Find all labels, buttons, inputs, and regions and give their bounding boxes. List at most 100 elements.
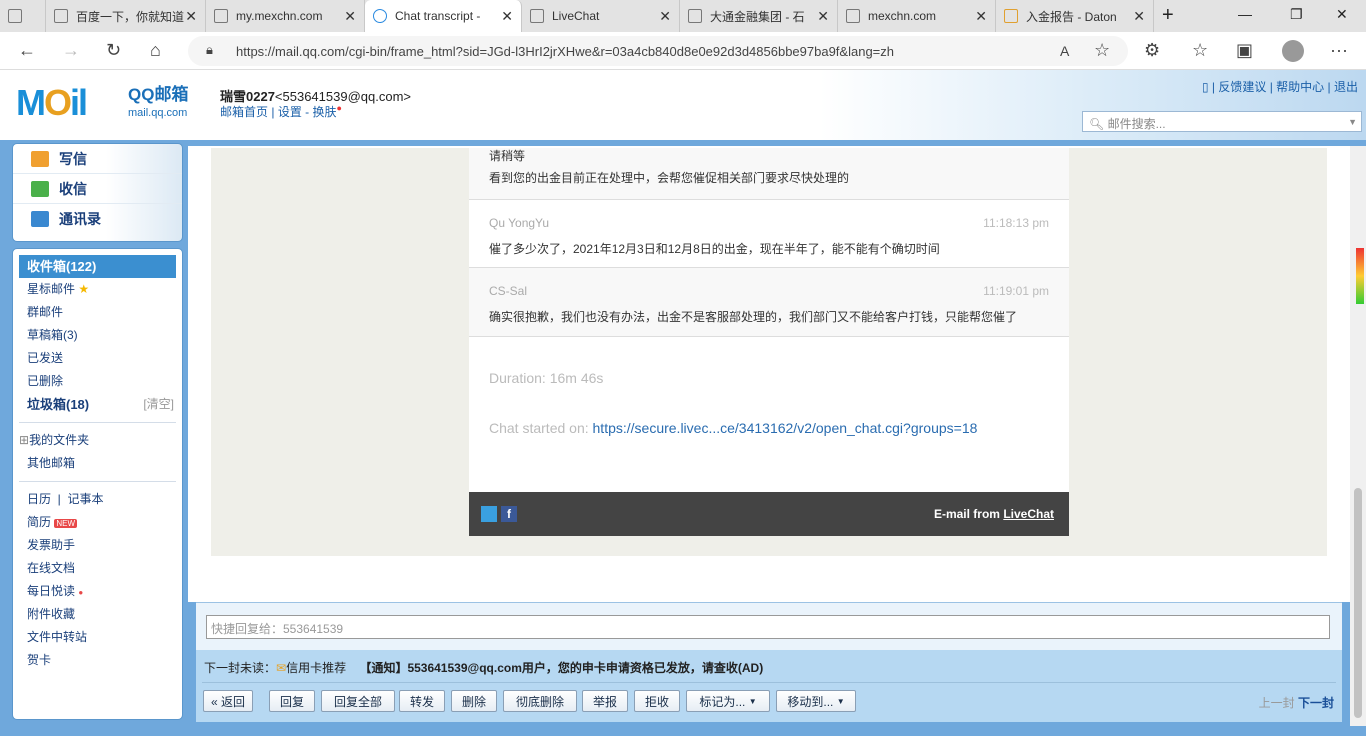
favorite-icon[interactable]: ☆ <box>1094 40 1110 61</box>
chat-url-link[interactable]: https://secure.livec...ce/3413162/v2/ope… <box>593 420 978 436</box>
folder-group[interactable]: 群邮件 <box>13 301 182 324</box>
extensions-icon[interactable]: ⚙ <box>1144 40 1160 61</box>
tool-cards[interactable]: 贺卡 <box>13 649 182 672</box>
clear-spam-link[interactable]: [清空] <box>143 393 174 416</box>
folder-sent[interactable]: 已发送 <box>13 347 182 370</box>
delete-permanently-button[interactable]: 彻底删除 <box>503 690 577 712</box>
tab[interactable]: mexchn.com ✕ <box>838 0 996 32</box>
reject-button[interactable]: 拒收 <box>634 690 680 712</box>
chat-duration: Duration: 16m 46s <box>489 370 604 386</box>
close-icon[interactable]: ✕ <box>501 8 513 25</box>
quick-reply-input[interactable]: 快捷回复给：553641539 <box>206 615 1330 639</box>
contacts-button[interactable]: 通讯录 <box>13 204 182 234</box>
folder-drafts[interactable]: 草稿箱(3) <box>13 324 182 347</box>
new-badge: NEW <box>54 519 78 528</box>
facebook-icon[interactable]: f <box>501 506 517 522</box>
qqmail-logo[interactable]: MOil <box>16 82 88 124</box>
calendar-link[interactable]: 日历 <box>27 492 51 506</box>
folder-inbox[interactable]: 收件箱(122) <box>19 255 176 278</box>
tool-resume[interactable]: 简历 NEW <box>13 511 182 534</box>
notes-link[interactable]: 记事本 <box>67 492 103 506</box>
expand-icon[interactable]: ⊞ <box>19 433 29 447</box>
mail-search-input[interactable]: 🔍︎ 邮件搜索... ▼ <box>1082 111 1362 132</box>
tab[interactable]: my.mexchn.com ✕ <box>206 0 365 32</box>
tab[interactable]: 百度一下，你就知道 ✕ <box>46 0 206 32</box>
collections-icon[interactable]: ▣ <box>1236 40 1253 61</box>
my-folders[interactable]: ⊞我的文件夹 <box>13 429 182 452</box>
scrollbar[interactable] <box>1350 146 1366 726</box>
tab-active[interactable]: Chat transcript - ✕ <box>365 0 522 32</box>
next-sender-link[interactable]: 信用卡推荐 <box>286 661 346 675</box>
profile-avatar[interactable] <box>1282 40 1304 62</box>
divider <box>19 422 176 423</box>
folder-starred[interactable]: 星标邮件 ★ <box>13 278 182 301</box>
restore-button[interactable]: ❐ <box>1290 6 1303 23</box>
divider <box>202 682 1336 683</box>
help-link[interactable]: 帮助中心 <box>1276 80 1324 94</box>
favorites-icon[interactable]: ☆ <box>1192 40 1208 61</box>
favicon-icon <box>1004 9 1018 23</box>
tab[interactable]: LiveChat ✕ <box>522 0 680 32</box>
more-icon[interactable]: ··· <box>1330 40 1348 61</box>
tool-transfer[interactable]: 文件中转站 <box>13 626 182 649</box>
favicon-icon <box>846 9 860 23</box>
folder-spam[interactable]: 垃圾箱(18) [清空] <box>13 393 182 416</box>
tool-attachments[interactable]: 附件收藏 <box>13 603 182 626</box>
close-icon[interactable]: ✕ <box>817 8 829 25</box>
tab[interactable]: 入金报告 - Daton ✕ <box>996 0 1154 32</box>
compose-button[interactable]: 写信 <box>13 144 182 174</box>
read-aloud-icon[interactable]: A <box>1060 43 1069 59</box>
next-subject-link[interactable]: 【通知】553641539@qq.com用户，您的申卡申请资格已发放，请查收(A… <box>359 661 763 675</box>
receive-button[interactable]: 收信 <box>13 174 182 204</box>
close-icon[interactable]: ✕ <box>185 8 197 25</box>
url-input[interactable]: 🔒︎ https://mail.qq.com/cgi-bin/frame_html… <box>188 36 1128 66</box>
forward-icon[interactable]: → <box>62 40 80 61</box>
logout-link[interactable]: 退出 <box>1334 80 1358 94</box>
mark-as-dropdown[interactable]: 标记为... ▼ <box>686 690 770 712</box>
scrollbar-thumb[interactable] <box>1354 488 1362 718</box>
pager: 上一封 下一封 <box>1259 694 1334 711</box>
home-icon[interactable]: ⌂ <box>150 40 161 61</box>
volume-meter <box>1356 248 1364 304</box>
feedback-link[interactable]: 反馈建议 <box>1218 80 1266 94</box>
forward-button[interactable]: 转发 <box>399 690 445 712</box>
settings-link[interactable]: 设置 <box>278 105 302 119</box>
other-mailbox[interactable]: 其他邮箱 <box>13 452 182 475</box>
close-window-button[interactable]: ✕ <box>1336 6 1348 23</box>
report-button[interactable]: 举报 <box>582 690 628 712</box>
reply-all-button[interactable]: 回复全部 <box>321 690 395 712</box>
page-icon <box>530 9 544 23</box>
tool-reading[interactable]: 每日悦读 ● <box>13 580 182 603</box>
next-mail-link[interactable]: 下一封 <box>1298 696 1334 710</box>
lock-icon: 🔒︎ <box>206 42 213 57</box>
prev-mail-link[interactable]: 上一封 <box>1259 696 1295 710</box>
chat-message: CS-Sal 11:19:01 pm 确实很抱歉，我们也没有办法，出金不是客服部… <box>469 268 1069 337</box>
back-button[interactable]: « 返回 <box>203 690 253 712</box>
tab[interactable]: 大通金融集团 - 石 ✕ <box>680 0 838 32</box>
mobile-icon[interactable]: ▯ <box>1202 80 1209 94</box>
move-to-dropdown[interactable]: 移动到... ▼ <box>776 690 856 712</box>
delete-button[interactable]: 删除 <box>451 690 497 712</box>
close-icon[interactable]: ✕ <box>975 8 987 25</box>
twitter-icon[interactable] <box>481 506 497 522</box>
minimize-button[interactable]: — <box>1238 6 1252 22</box>
header-links: 邮箱首页 | 设置 - 换肤● <box>220 103 342 119</box>
close-icon[interactable]: ✕ <box>659 8 671 25</box>
tool-invoice[interactable]: 发票助手 <box>13 534 182 557</box>
chat-message: 请稍等 看到您的出金目前正在处理中，会帮您催促相关部门要求尽快处理的 <box>469 148 1069 200</box>
back-icon[interactable]: ← <box>18 40 36 61</box>
mail-home-link[interactable]: 邮箱首页 <box>220 105 268 119</box>
new-tab-button[interactable]: + <box>1162 4 1174 27</box>
chevron-down-icon: ▼ <box>748 696 757 706</box>
reply-button[interactable]: 回复 <box>269 690 315 712</box>
tool-docs[interactable]: 在线文档 <box>13 557 182 580</box>
close-icon[interactable]: ✕ <box>1133 8 1145 25</box>
brand: QQ邮箱 mail.qq.com <box>128 85 189 120</box>
folder-deleted[interactable]: 已删除 <box>13 370 182 393</box>
livechat-link[interactable]: LiveChat <box>1003 507 1054 521</box>
skin-link[interactable]: 换肤 <box>313 105 337 119</box>
dropdown-icon[interactable]: ▼ <box>1348 117 1357 127</box>
refresh-icon[interactable]: ↻ <box>106 40 121 61</box>
close-icon[interactable]: ✕ <box>344 8 356 25</box>
tab-actions-button[interactable] <box>0 0 46 32</box>
